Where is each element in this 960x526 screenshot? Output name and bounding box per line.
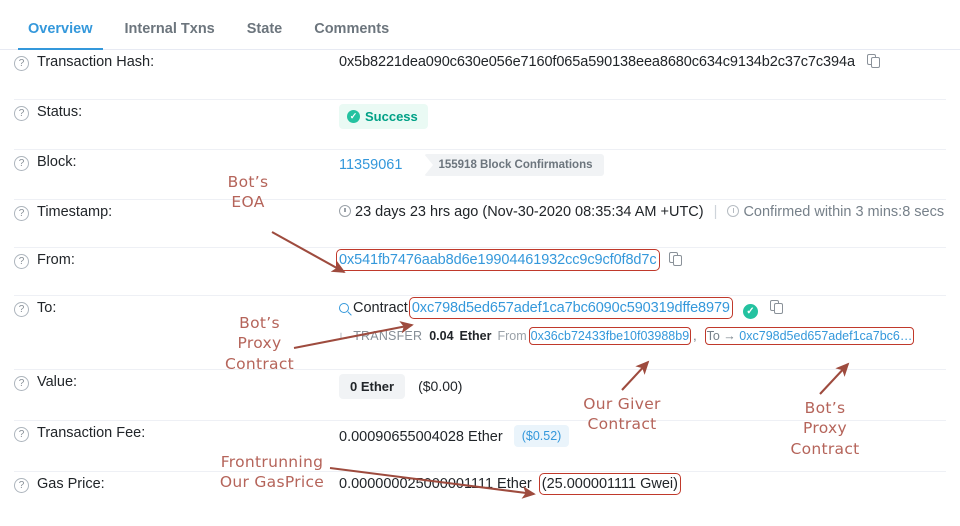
- row-transaction-fee: ? Transaction Fee: 0.00090655004028 Ethe…: [14, 421, 946, 472]
- copy-icon[interactable]: [866, 54, 880, 68]
- gas-price-amount: 0.000000025000001111 Ether: [339, 476, 532, 492]
- tab-state[interactable]: State: [231, 21, 298, 50]
- transfer-from-address-link[interactable]: 0x36cb72433fbe10f03988b9: [531, 329, 689, 343]
- transaction-fee-usd: ($0.52): [513, 425, 570, 447]
- gas-price-gwei-highlight-box: (25.000001111 Gwei): [538, 473, 681, 495]
- magnifier-icon[interactable]: [339, 303, 349, 313]
- help-circle-icon[interactable]: ?: [14, 427, 29, 442]
- tree-branch-icon: ∟: [339, 329, 349, 343]
- value-to: Contract 0xc798d5ed657adef1ca7bc6090c590…: [339, 296, 946, 346]
- value-gas-price: 0.000000025000001111 Ether (25.000001111…: [339, 472, 946, 495]
- value-transaction-hash: 0x5b8221dea090c630e056e7160f065a590138ee…: [339, 50, 946, 70]
- value-status: ✓ Success: [339, 100, 946, 129]
- help-circle-icon[interactable]: ?: [14, 376, 29, 391]
- help-circle-icon[interactable]: ?: [14, 206, 29, 221]
- transaction-details-list: ? Transaction Hash: 0x5b8221dea090c630e0…: [0, 50, 960, 523]
- transfer-to-address-highlight-box: To → 0xc798d5ed657adef1ca7bc6…: [704, 326, 915, 346]
- tab-internal-txns[interactable]: Internal Txns: [109, 21, 231, 50]
- transfer-to-group: To → 0xc798d5ed657adef1ca7bc6…: [707, 329, 913, 343]
- transfer-to-address-link[interactable]: 0xc798d5ed657adef1ca7bc6…: [739, 329, 912, 343]
- status-badge-label: Success: [365, 109, 418, 124]
- label-text: Timestamp:: [37, 204, 113, 220]
- tab-comments[interactable]: Comments: [298, 21, 405, 50]
- internal-transfer-line: ∟ TRANSFER 0.04 Ether From 0x36cb72433fb…: [339, 326, 946, 346]
- row-transaction-hash: ? Transaction Hash: 0x5b8221dea090c630e0…: [14, 50, 946, 100]
- value-from: 0x541fb7476aab8d6e19904461932cc9c9cf0f8d…: [336, 248, 946, 271]
- label-text: To:: [37, 300, 57, 316]
- check-circle-icon: ✓: [347, 110, 360, 123]
- tab-bar: Overview Internal Txns State Comments: [0, 0, 960, 50]
- label-text: Value:: [37, 374, 78, 390]
- row-from: ? From: 0x541fb7476aab8d6e19904461932cc9…: [14, 248, 946, 296]
- row-gas-price: ? Gas Price: 0.000000025000001111 Ether …: [14, 472, 946, 523]
- value-block: 11359061 155918 Block Confirmations: [339, 150, 946, 176]
- row-status: ? Status: ✓ Success: [14, 100, 946, 150]
- label-timestamp: ? Timestamp:: [14, 200, 339, 221]
- label-text: Block:: [37, 154, 77, 170]
- block-confirmations-label: 155918 Block Confirmations: [424, 154, 604, 176]
- label-status: ? Status:: [14, 100, 339, 121]
- chevron-left-notch-icon: [424, 154, 434, 176]
- timestamp-separator: |: [713, 204, 718, 220]
- to-address-highlight-box: 0xc798d5ed657adef1ca7bc6090c590319dffe89…: [408, 297, 733, 319]
- transfer-from-address-highlight-box: 0x36cb72433fbe10f03988b9: [528, 326, 692, 346]
- info-circle-icon: [727, 205, 740, 217]
- row-timestamp: ? Timestamp: 23 days 23 hrs ago (Nov-30-…: [14, 200, 946, 248]
- transaction-fee-amount: 0.00090655004028 Ether: [339, 429, 503, 445]
- help-circle-icon[interactable]: ?: [14, 478, 29, 493]
- status-badge: ✓ Success: [339, 104, 428, 129]
- block-number-link[interactable]: 11359061: [339, 157, 402, 173]
- label-from: ? From:: [14, 248, 339, 269]
- transfer-from-word: From: [497, 329, 527, 343]
- value-timestamp: 23 days 23 hrs ago (Nov-30-2020 08:35:34…: [339, 200, 946, 220]
- transaction-hash-value: 0x5b8221dea090c630e056e7160f065a590138ee…: [339, 54, 855, 70]
- value-transaction-fee: 0.00090655004028 Ether ($0.52): [339, 421, 946, 447]
- row-block: ? Block: 11359061 155918 Block Confirmat…: [14, 150, 946, 200]
- value-amount-pill: 0 Ether: [339, 374, 406, 399]
- help-circle-icon[interactable]: ?: [14, 302, 29, 317]
- from-address-highlight-box: 0x541fb7476aab8d6e19904461932cc9c9cf0f8d…: [336, 249, 660, 271]
- help-circle-icon[interactable]: ?: [14, 156, 29, 171]
- value-usd: ($0.00): [418, 378, 463, 394]
- transfer-unit: Ether: [459, 329, 492, 343]
- gas-price-gwei: (25.000001111 Gwei): [541, 476, 678, 492]
- copy-icon[interactable]: [769, 300, 783, 314]
- help-circle-icon[interactable]: ?: [14, 254, 29, 269]
- help-circle-icon[interactable]: ?: [14, 106, 29, 121]
- contract-word: Contract: [353, 300, 408, 316]
- copy-icon[interactable]: [668, 252, 682, 266]
- label-text: Gas Price:: [37, 476, 105, 492]
- label-text: From:: [37, 252, 75, 268]
- transfer-to-word: To →: [706, 329, 736, 343]
- label-to: ? To:: [14, 296, 339, 317]
- to-address-link[interactable]: 0xc798d5ed657adef1ca7bc6090c590319dffe89…: [412, 300, 730, 316]
- tab-overview[interactable]: Overview: [12, 21, 109, 50]
- from-address-link[interactable]: 0x541fb7476aab8d6e19904461932cc9c9cf0f8d…: [339, 252, 657, 268]
- label-text: Status:: [37, 104, 83, 120]
- clock-icon: [339, 205, 351, 217]
- label-text: Transaction Fee:: [37, 425, 146, 441]
- block-confirmations: 155918 Block Confirmations: [415, 154, 604, 176]
- row-value: ? Value: 0 Ether ($0.00): [14, 370, 946, 421]
- transfer-amount: 0.04: [429, 329, 454, 343]
- label-gas-price: ? Gas Price:: [14, 472, 339, 493]
- transfer-label: TRANSFER: [353, 329, 423, 343]
- verified-contract-icon: ✓: [742, 304, 758, 319]
- help-circle-icon[interactable]: ?: [14, 56, 29, 71]
- to-contract-line: Contract 0xc798d5ed657adef1ca7bc6090c590…: [339, 297, 946, 319]
- label-transaction-hash: ? Transaction Hash:: [14, 50, 339, 71]
- label-value: ? Value:: [14, 370, 339, 391]
- timestamp-text: 23 days 23 hrs ago (Nov-30-2020 08:35:34…: [355, 204, 704, 220]
- label-transaction-fee: ? Transaction Fee:: [14, 421, 339, 442]
- value-value: 0 Ether ($0.00): [339, 370, 946, 399]
- label-text: Transaction Hash:: [37, 54, 155, 70]
- transfer-comma: ,: [693, 329, 697, 343]
- row-to: ? To: Contract 0xc798d5ed657adef1ca7bc60…: [14, 296, 946, 370]
- confirmed-within-text: Confirmed within 3 mins:8 secs: [743, 204, 945, 220]
- label-block: ? Block:: [14, 150, 339, 171]
